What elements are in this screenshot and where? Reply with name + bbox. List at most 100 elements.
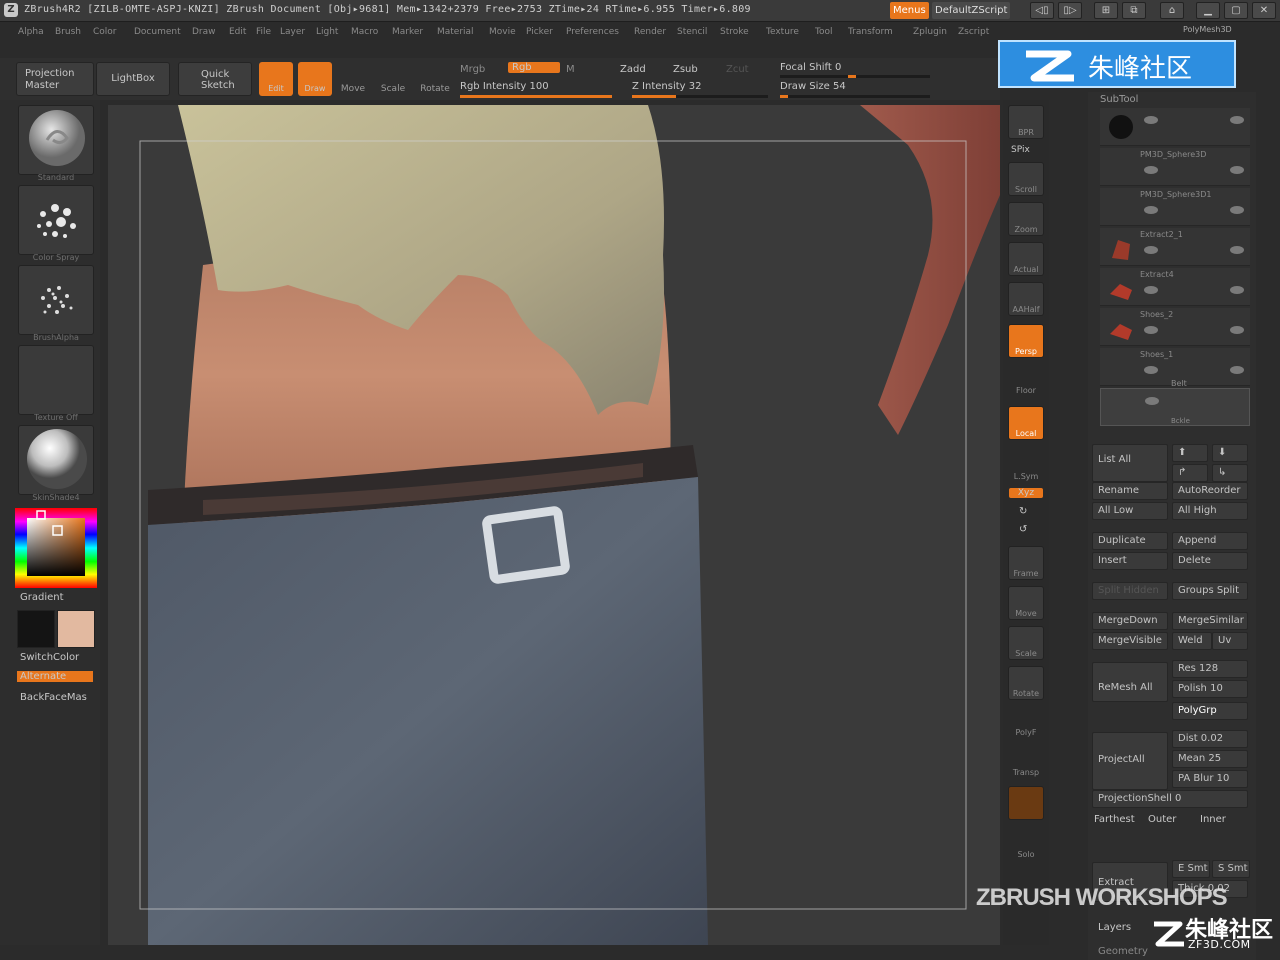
rotate-view-button[interactable]: Rotate bbox=[1008, 666, 1044, 700]
eye-icon[interactable] bbox=[1144, 246, 1158, 254]
move-button[interactable]: Move bbox=[338, 66, 368, 96]
projectall-button[interactable]: ProjectAll bbox=[1092, 732, 1168, 790]
color-picker[interactable] bbox=[15, 508, 97, 588]
all-low-button[interactable]: All Low bbox=[1092, 502, 1168, 520]
append-button[interactable]: Append bbox=[1172, 532, 1248, 550]
subtool-row[interactable] bbox=[1100, 108, 1250, 146]
move-down-icon[interactable]: ⬇ bbox=[1212, 444, 1248, 462]
menu-texture[interactable]: Texture bbox=[766, 23, 799, 41]
zsub-button[interactable]: Zsub bbox=[673, 64, 698, 75]
projection-shell-slider[interactable]: ProjectionShell 0 bbox=[1092, 790, 1248, 808]
subtool-row[interactable]: PM3D_Sphere3D bbox=[1100, 148, 1250, 186]
gradient-label[interactable]: Gradient bbox=[20, 592, 64, 603]
z-intensity-slider[interactable] bbox=[632, 95, 768, 98]
polygrp-button[interactable]: PolyGrp bbox=[1172, 702, 1248, 720]
xyz-button[interactable]: Xyz bbox=[1009, 488, 1043, 498]
windows-icon[interactable]: ⧉ bbox=[1122, 2, 1146, 19]
edit-button[interactable]: Edit bbox=[259, 62, 293, 96]
menu-stroke[interactable]: Stroke bbox=[720, 23, 749, 41]
menu-macro[interactable]: Macro bbox=[351, 23, 378, 41]
eye-icon[interactable] bbox=[1145, 397, 1159, 405]
stroke-thumbnail[interactable] bbox=[18, 185, 94, 255]
actual-button[interactable]: Actual bbox=[1008, 242, 1044, 276]
insert-button[interactable]: Insert bbox=[1092, 552, 1168, 570]
subtool-header[interactable]: SubTool bbox=[1100, 94, 1138, 105]
subtool-row[interactable]: Extract2_1 bbox=[1100, 228, 1250, 266]
m-button[interactable]: M bbox=[566, 64, 575, 75]
all-high-button[interactable]: All High bbox=[1172, 502, 1248, 520]
polyf-button[interactable]: PolyF bbox=[1008, 706, 1044, 740]
zadd-button[interactable]: Zadd bbox=[620, 64, 646, 75]
move-top-icon[interactable]: ↱ bbox=[1172, 464, 1208, 482]
rgb-intensity-slider[interactable] bbox=[460, 95, 612, 98]
quick-sketch-button[interactable]: Quick Sketch bbox=[178, 62, 252, 96]
move-view-button[interactable]: Move bbox=[1008, 586, 1044, 620]
eye-icon[interactable] bbox=[1144, 116, 1158, 124]
rotate-y-icon[interactable]: ↻ bbox=[1019, 506, 1027, 517]
persp-button[interactable]: Persp bbox=[1008, 324, 1044, 358]
menu-layer[interactable]: Layer bbox=[280, 23, 305, 41]
menu-marker[interactable]: Marker bbox=[392, 23, 423, 41]
next-icon[interactable]: ▯▷ bbox=[1058, 2, 1082, 19]
weld-button[interactable]: Weld bbox=[1172, 632, 1212, 650]
move-up-icon[interactable]: ⬆ bbox=[1172, 444, 1208, 462]
subtool-row[interactable]: PM3D_Sphere3D1 bbox=[1100, 188, 1250, 226]
list-all-button[interactable]: List All bbox=[1092, 444, 1168, 482]
menu-light[interactable]: Light bbox=[316, 23, 338, 41]
menu-file[interactable]: File bbox=[256, 23, 271, 41]
menu-preferences[interactable]: Preferences bbox=[566, 23, 619, 41]
projection-master-button[interactable]: Projection Master bbox=[16, 62, 94, 96]
mergevisible-button[interactable]: MergeVisible bbox=[1092, 632, 1168, 650]
menu-tool[interactable]: Tool bbox=[815, 23, 832, 41]
menu-zscript[interactable]: Zscript bbox=[958, 23, 989, 41]
brush-thumbnail[interactable] bbox=[18, 105, 94, 175]
remesh-all-button[interactable]: ReMesh All bbox=[1092, 662, 1168, 702]
layout-icon[interactable]: ⊞ bbox=[1094, 2, 1118, 19]
local-button[interactable]: Local bbox=[1008, 406, 1044, 440]
geometry-subpalette[interactable]: Geometry bbox=[1098, 946, 1148, 957]
rgb-button[interactable]: Rgb bbox=[508, 62, 560, 73]
aahalf-button[interactable]: AAHalf bbox=[1008, 282, 1044, 316]
farthest-button[interactable]: Farthest bbox=[1094, 814, 1135, 825]
bpr-button[interactable]: BPR bbox=[1008, 105, 1044, 139]
zcut-button[interactable]: Zcut bbox=[726, 64, 749, 75]
switchcolor-button[interactable]: SwitchColor bbox=[20, 652, 79, 663]
main-color-swatch[interactable] bbox=[57, 610, 95, 648]
menu-draw[interactable]: Draw bbox=[192, 23, 216, 41]
ghost-button[interactable] bbox=[1008, 786, 1044, 820]
lock-icon[interactable]: ⌂ bbox=[1160, 2, 1184, 19]
eye-icon[interactable] bbox=[1144, 366, 1158, 374]
mergedown-button[interactable]: MergeDown bbox=[1092, 612, 1168, 630]
floor-button[interactable]: Floor bbox=[1008, 364, 1044, 398]
split-hidden-button[interactable]: Split Hidden bbox=[1092, 582, 1168, 600]
duplicate-button[interactable]: Duplicate bbox=[1092, 532, 1168, 550]
eye-icon[interactable] bbox=[1230, 286, 1244, 294]
rename-button[interactable]: Rename bbox=[1092, 482, 1168, 500]
texture-thumbnail[interactable] bbox=[18, 345, 94, 415]
alternate-button[interactable]: Alternate bbox=[17, 671, 93, 682]
eye-icon[interactable] bbox=[1230, 166, 1244, 174]
mergesimilar-button[interactable]: MergeSimilar bbox=[1172, 612, 1248, 630]
menu-color[interactable]: Color bbox=[93, 23, 117, 41]
canvas-viewport[interactable] bbox=[108, 105, 1000, 945]
eye-icon[interactable] bbox=[1230, 366, 1244, 374]
delete-button[interactable]: Delete bbox=[1172, 552, 1248, 570]
eye-icon[interactable] bbox=[1230, 246, 1244, 254]
transp-button[interactable]: Transp bbox=[1008, 746, 1044, 780]
menu-movie[interactable]: Movie bbox=[489, 23, 516, 41]
layers-subpalette[interactable]: Layers bbox=[1098, 922, 1131, 933]
autoreorder-button[interactable]: AutoReorder bbox=[1172, 482, 1248, 500]
eye-icon[interactable] bbox=[1230, 116, 1244, 124]
zoom-button[interactable]: Zoom bbox=[1008, 202, 1044, 236]
eye-icon[interactable] bbox=[1144, 286, 1158, 294]
scale-view-button[interactable]: Scale bbox=[1008, 626, 1044, 660]
spix-label[interactable]: SPix bbox=[1011, 145, 1030, 155]
default-zscript-button[interactable]: DefaultZScript bbox=[932, 2, 1011, 19]
menu-material[interactable]: Material bbox=[437, 23, 474, 41]
polish-slider[interactable]: Polish 10 bbox=[1172, 680, 1248, 698]
menu-document[interactable]: Document bbox=[134, 23, 181, 41]
uv-button[interactable]: Uv bbox=[1212, 632, 1248, 650]
dist-slider[interactable]: Dist 0.02 bbox=[1172, 730, 1248, 748]
subtool-row[interactable]: Shoes_2 bbox=[1100, 308, 1250, 346]
outer-button[interactable]: Outer bbox=[1148, 814, 1176, 825]
